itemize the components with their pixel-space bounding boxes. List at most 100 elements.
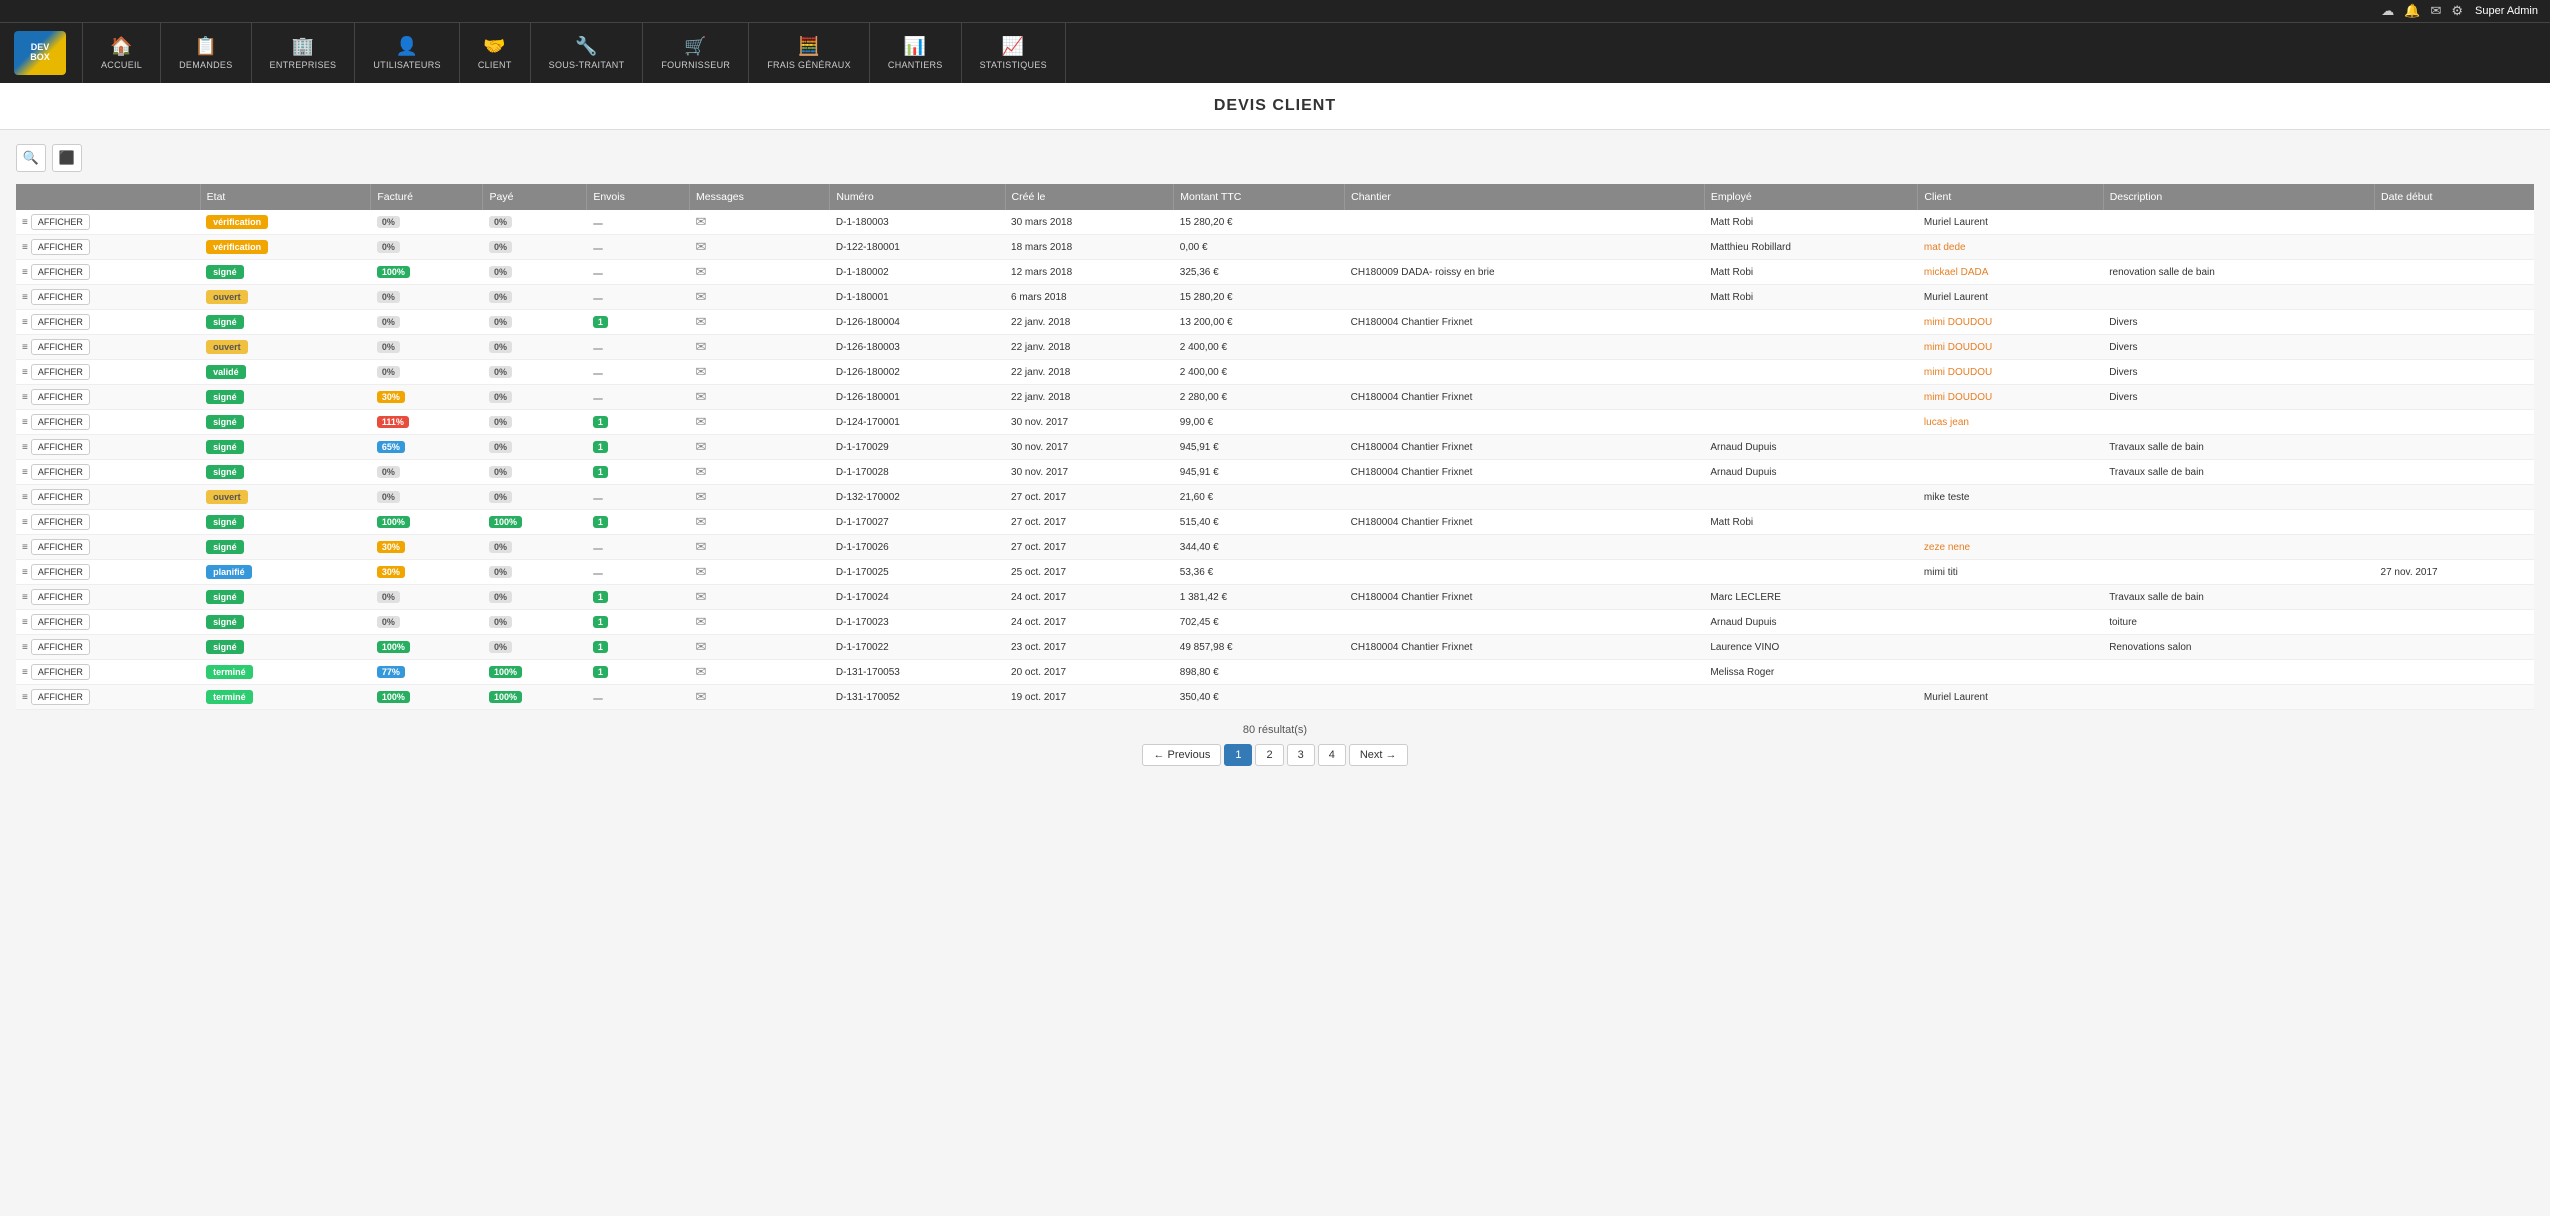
client-link[interactable]: mimi DOUDOU xyxy=(1924,367,1992,378)
row-menu-icon[interactable]: ≡ xyxy=(22,417,28,428)
nav-item-fournisseur[interactable]: 🛒 FOURNISSEUR xyxy=(643,23,749,83)
message-icon[interactable]: ✉ xyxy=(696,314,707,329)
afficher-button[interactable]: AFFICHER xyxy=(31,339,90,355)
page-3-button[interactable]: 3 xyxy=(1287,744,1315,766)
message-icon[interactable]: ✉ xyxy=(696,689,707,704)
message-icon[interactable]: ✉ xyxy=(696,239,707,254)
page-4-button[interactable]: 4 xyxy=(1318,744,1346,766)
row-client-cell: mat dede xyxy=(1918,235,2103,260)
page-2-button[interactable]: 2 xyxy=(1255,744,1283,766)
employe-value: Matt Robi xyxy=(1710,217,1753,228)
row-menu-icon[interactable]: ≡ xyxy=(22,217,28,228)
nav-item-frais-generaux[interactable]: 🧮 FRAIS GÉNÉRAUX xyxy=(749,23,870,83)
nav-item-chantiers[interactable]: 📊 CHANTIERS xyxy=(870,23,962,83)
message-icon[interactable]: ✉ xyxy=(696,589,707,604)
afficher-button[interactable]: AFFICHER xyxy=(31,439,90,455)
row-menu-icon[interactable]: ≡ xyxy=(22,667,28,678)
row-menu-icon[interactable]: ≡ xyxy=(22,442,28,453)
bell-icon[interactable]: 🔔 xyxy=(2404,3,2420,19)
afficher-button[interactable]: AFFICHER xyxy=(31,614,90,630)
nav-item-client[interactable]: 🤝 CLIENT xyxy=(460,23,531,83)
message-icon[interactable]: ✉ xyxy=(696,664,707,679)
row-menu-icon[interactable]: ≡ xyxy=(22,342,28,353)
message-icon[interactable]: ✉ xyxy=(696,339,707,354)
gear-icon[interactable]: ⚙ xyxy=(2451,3,2463,19)
afficher-button[interactable]: AFFICHER xyxy=(31,414,90,430)
afficher-button[interactable]: AFFICHER xyxy=(31,589,90,605)
afficher-button[interactable]: AFFICHER xyxy=(31,664,90,680)
status-badge: signé xyxy=(206,315,244,329)
row-menu-icon[interactable]: ≡ xyxy=(22,642,28,653)
page-1-button[interactable]: 1 xyxy=(1224,744,1252,766)
client-link[interactable]: mimi DOUDOU xyxy=(1924,392,1992,403)
row-menu-icon[interactable]: ≡ xyxy=(22,292,28,303)
message-icon[interactable]: ✉ xyxy=(696,439,707,454)
nav-item-entreprises[interactable]: 🏢 ENTREPRISES xyxy=(252,23,356,83)
afficher-button[interactable]: AFFICHER xyxy=(31,539,90,555)
nav-item-accueil[interactable]: 🏠 ACCUEIL xyxy=(83,23,161,83)
message-icon[interactable]: ✉ xyxy=(696,389,707,404)
description-value: Renovations salon xyxy=(2109,642,2191,653)
next-button[interactable]: Next → xyxy=(1349,744,1408,766)
row-menu-icon[interactable]: ≡ xyxy=(22,467,28,478)
row-menu-icon[interactable]: ≡ xyxy=(22,267,28,278)
message-icon[interactable]: ✉ xyxy=(696,364,707,379)
row-menu-icon[interactable]: ≡ xyxy=(22,242,28,253)
message-icon[interactable]: ✉ xyxy=(696,414,707,429)
afficher-button[interactable]: AFFICHER xyxy=(31,264,90,280)
message-icon[interactable]: ✉ xyxy=(696,489,707,504)
search-button[interactable]: 🔍 xyxy=(16,144,46,172)
mail-icon[interactable]: ✉ xyxy=(2430,3,2441,19)
row-menu-icon[interactable]: ≡ xyxy=(22,617,28,628)
nav-item-utilisateurs[interactable]: 👤 UTILISATEURS xyxy=(355,23,459,83)
demandes-icon: 📋 xyxy=(194,36,217,57)
afficher-button[interactable]: AFFICHER xyxy=(31,389,90,405)
paye-badge: 0% xyxy=(489,566,512,578)
message-icon[interactable]: ✉ xyxy=(696,639,707,654)
afficher-button[interactable]: AFFICHER xyxy=(31,489,90,505)
paye-badge: 0% xyxy=(489,641,512,653)
row-menu-icon[interactable]: ≡ xyxy=(22,542,28,553)
row-menu-icon[interactable]: ≡ xyxy=(22,567,28,578)
client-link[interactable]: mimi DOUDOU xyxy=(1924,317,1992,328)
client-link[interactable]: mat dede xyxy=(1924,242,1966,253)
filter-button[interactable]: ⬛ xyxy=(52,144,82,172)
cloud-icon[interactable]: ☁ xyxy=(2381,3,2394,19)
afficher-button[interactable]: AFFICHER xyxy=(31,564,90,580)
row-menu-icon[interactable]: ≡ xyxy=(22,692,28,703)
afficher-button[interactable]: AFFICHER xyxy=(31,514,90,530)
client-link[interactable]: zeze nene xyxy=(1924,542,1970,553)
message-icon[interactable]: ✉ xyxy=(696,214,707,229)
afficher-button[interactable]: AFFICHER xyxy=(31,314,90,330)
afficher-button[interactable]: AFFICHER xyxy=(31,464,90,480)
client-link[interactable]: mickael DADA xyxy=(1924,267,1988,278)
row-menu-icon[interactable]: ≡ xyxy=(22,492,28,503)
message-icon[interactable]: ✉ xyxy=(696,289,707,304)
message-icon[interactable]: ✉ xyxy=(696,539,707,554)
nav-item-demandes[interactable]: 📋 DEMANDES xyxy=(161,23,251,83)
table-row: ≡AFFICHERouvert0%0% ✉D-126-18000322 janv… xyxy=(16,335,2534,360)
message-icon[interactable]: ✉ xyxy=(696,264,707,279)
nav-item-sous-traitant[interactable]: 🔧 SOUS-TRAITANT xyxy=(531,23,644,83)
afficher-button[interactable]: AFFICHER xyxy=(31,639,90,655)
afficher-button[interactable]: AFFICHER xyxy=(31,364,90,380)
afficher-button[interactable]: AFFICHER xyxy=(31,214,90,230)
afficher-button[interactable]: AFFICHER xyxy=(31,689,90,705)
message-icon[interactable]: ✉ xyxy=(696,464,707,479)
client-link[interactable]: mimi DOUDOU xyxy=(1924,342,1992,353)
prev-button[interactable]: ← Previous xyxy=(1142,744,1221,766)
message-icon[interactable]: ✉ xyxy=(696,614,707,629)
message-icon[interactable]: ✉ xyxy=(696,564,707,579)
row-menu-icon[interactable]: ≡ xyxy=(22,392,28,403)
row-client-cell: Muriel Laurent xyxy=(1918,685,2103,710)
row-menu-icon[interactable]: ≡ xyxy=(22,317,28,328)
afficher-button[interactable]: AFFICHER xyxy=(31,289,90,305)
client-link[interactable]: lucas jean xyxy=(1924,417,1969,428)
facture-badge: 0% xyxy=(377,216,400,228)
row-menu-icon[interactable]: ≡ xyxy=(22,592,28,603)
nav-item-statistiques[interactable]: 📈 STATISTIQUES xyxy=(962,23,1066,83)
message-icon[interactable]: ✉ xyxy=(696,514,707,529)
row-menu-icon[interactable]: ≡ xyxy=(22,517,28,528)
afficher-button[interactable]: AFFICHER xyxy=(31,239,90,255)
row-menu-icon[interactable]: ≡ xyxy=(22,367,28,378)
